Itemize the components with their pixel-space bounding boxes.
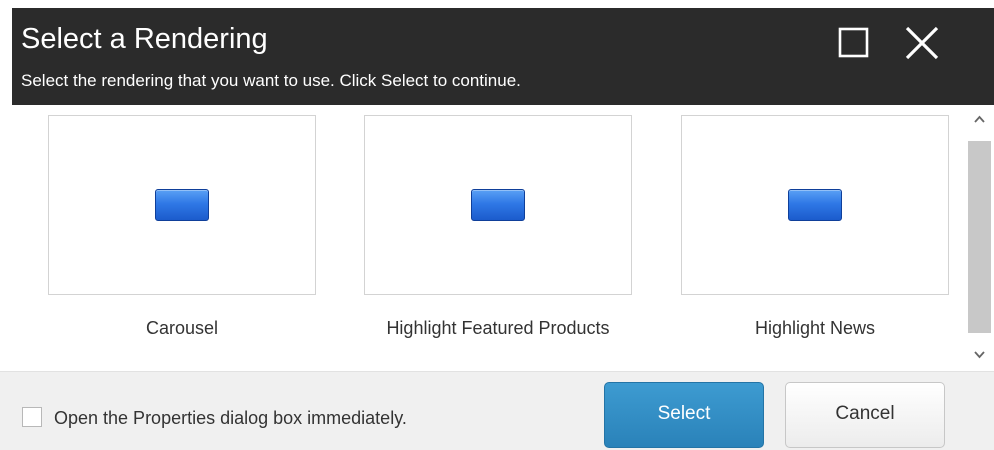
dialog-footer: Open the Properties dialog box immediate… <box>0 371 994 450</box>
rendering-icon <box>471 189 525 221</box>
chevron-down-icon <box>974 351 985 359</box>
rendering-label: Highlight Featured Products <box>386 318 610 338</box>
rendering-label: Highlight News <box>754 318 876 338</box>
rendering-tile-highlight-featured-products[interactable]: Highlight Featured Products <box>364 115 632 341</box>
maximize-button[interactable] <box>829 18 879 68</box>
rendering-thumbnail <box>48 115 316 295</box>
select-button[interactable]: Select <box>604 382 764 448</box>
scrollbar-thumb[interactable] <box>968 141 991 333</box>
open-properties-checkbox[interactable] <box>22 407 42 427</box>
rendering-label: Carousel <box>145 318 219 338</box>
rendering-tile-highlight-news[interactable]: Highlight News <box>681 115 949 341</box>
chevron-up-icon <box>974 115 985 123</box>
maximize-icon <box>838 27 869 58</box>
select-rendering-dialog: Select a Rendering Select the rendering … <box>0 0 994 450</box>
dialog-header: Select a Rendering Select the rendering … <box>12 8 994 105</box>
renderings-list: Carousel Highlight Featured Products Hig… <box>12 105 994 371</box>
rendering-icon <box>155 189 209 221</box>
scroll-up-button[interactable] <box>965 105 994 133</box>
close-button[interactable] <box>897 18 947 68</box>
close-icon <box>905 26 939 60</box>
rendering-thumbnail <box>681 115 949 295</box>
open-properties-label: Open the Properties dialog box immediate… <box>54 408 407 428</box>
dialog-subtitle: Select the rendering that you want to us… <box>21 71 521 90</box>
scroll-down-button[interactable] <box>965 341 994 369</box>
rendering-tile-carousel[interactable]: Carousel <box>48 115 316 341</box>
dialog-title: Select a Rendering <box>21 23 268 55</box>
rendering-icon <box>788 189 842 221</box>
rendering-thumbnail <box>364 115 632 295</box>
vertical-scrollbar[interactable] <box>965 105 994 371</box>
cancel-button[interactable]: Cancel <box>785 382 945 448</box>
